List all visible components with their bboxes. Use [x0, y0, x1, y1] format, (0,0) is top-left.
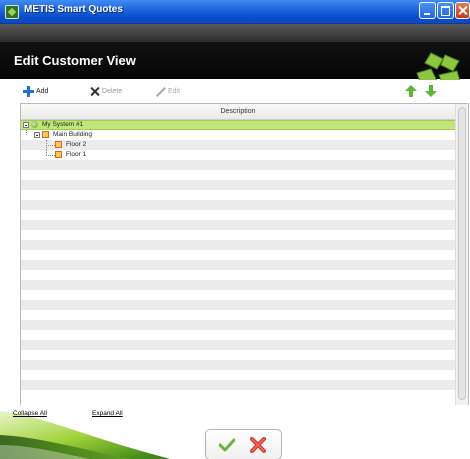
cross-icon: [250, 437, 266, 453]
tree-row-floor[interactable]: Floor 1: [21, 150, 455, 160]
empty-row: [21, 370, 455, 380]
empty-row: [21, 270, 455, 280]
page-title: Edit Customer View: [14, 53, 136, 68]
app-icon[interactable]: [5, 5, 19, 19]
toolbar: Add Delete Edit: [0, 80, 470, 102]
system-icon: [31, 121, 38, 128]
collapse-all-link[interactable]: Collapse All: [13, 410, 47, 417]
tree-grid[interactable]: Description My System #1 Main Building F…: [20, 103, 469, 406]
vertical-scrollbar[interactable]: [455, 104, 468, 405]
tree-row-system[interactable]: My System #1: [21, 120, 455, 130]
window-title: METIS Smart Quotes: [24, 4, 123, 15]
empty-row: [21, 230, 455, 240]
minimize-button[interactable]: [419, 2, 436, 19]
action-buttons: [205, 429, 282, 459]
empty-row: [21, 260, 455, 270]
floor-icon: [55, 151, 62, 158]
add-label: Add: [36, 87, 49, 95]
title-bar[interactable]: METIS Smart Quotes: [0, 0, 470, 24]
collapse-toggle[interactable]: [34, 132, 40, 138]
pencil-icon: [155, 86, 166, 97]
empty-row: [21, 310, 455, 320]
tree-row-floor[interactable]: Floor 2: [21, 140, 455, 150]
empty-row: [21, 180, 455, 190]
empty-row: [21, 350, 455, 360]
empty-row: [21, 160, 455, 170]
plus-icon: [23, 85, 34, 97]
header-strip: [0, 24, 470, 42]
tree-connector: [46, 145, 55, 146]
empty-row: [21, 280, 455, 290]
edit-button[interactable]: Edit: [155, 85, 180, 97]
tree-label: My System #1: [42, 121, 84, 128]
collapse-toggle[interactable]: [23, 122, 29, 128]
empty-row: [21, 190, 455, 200]
move-down-button[interactable]: [425, 85, 437, 97]
scrollbar-thumb[interactable]: [458, 107, 466, 400]
tree-label: Main Building: [53, 131, 93, 138]
empty-row: [21, 390, 455, 400]
x-icon: [89, 86, 100, 97]
move-up-button[interactable]: [405, 85, 417, 97]
floor-icon: [55, 141, 62, 148]
expand-all-link[interactable]: Expand All: [92, 410, 123, 417]
tree-label: Floor 1: [66, 151, 87, 158]
cancel-button[interactable]: [250, 437, 266, 453]
checkmark-icon: [219, 438, 235, 452]
tree-connector: [26, 130, 27, 135]
tree-connector: [46, 155, 55, 156]
tree-row-building[interactable]: Main Building: [21, 130, 455, 140]
header-band: Edit Customer View: [0, 24, 470, 96]
empty-row: [21, 250, 455, 260]
delete-label: Delete: [102, 87, 123, 95]
footer: Collapse All Expand All: [0, 405, 470, 459]
building-icon: [42, 131, 49, 138]
empty-row: [21, 200, 455, 210]
empty-row: [21, 330, 455, 340]
empty-row: [21, 220, 455, 230]
empty-row: [21, 170, 455, 180]
empty-row: [21, 300, 455, 310]
empty-row: [21, 360, 455, 370]
empty-row: [21, 290, 455, 300]
maximize-button[interactable]: [437, 2, 454, 19]
edit-label: Edit: [168, 87, 181, 95]
app-window: METIS Smart Quotes Edit Customer View Ad…: [0, 0, 470, 459]
add-button[interactable]: Add: [23, 85, 48, 97]
column-header-description[interactable]: Description: [21, 104, 455, 120]
ok-button[interactable]: [219, 438, 235, 452]
empty-row: [21, 320, 455, 330]
close-button[interactable]: [455, 2, 470, 19]
empty-row: [21, 380, 455, 390]
arrow-up-icon: [405, 85, 417, 97]
empty-row: [21, 210, 455, 220]
empty-row: [21, 340, 455, 350]
empty-row: [21, 240, 455, 250]
tree-rows: My System #1 Main Building Floor 2 Floor…: [21, 120, 455, 400]
tree-label: Floor 2: [66, 141, 87, 148]
arrow-down-icon: [425, 85, 437, 97]
delete-button[interactable]: Delete: [89, 85, 122, 97]
